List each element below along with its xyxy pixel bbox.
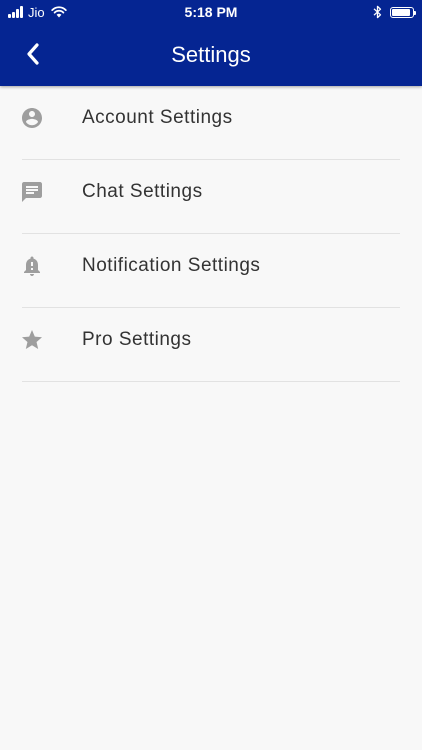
status-right bbox=[373, 4, 416, 20]
settings-item-label: Notification Settings bbox=[82, 255, 261, 276]
divider bbox=[22, 381, 400, 382]
settings-item-chat[interactable]: Chat Settings bbox=[0, 160, 422, 234]
settings-item-label: Chat Settings bbox=[82, 181, 203, 202]
settings-list: Account Settings Chat Settings Notificat… bbox=[0, 86, 422, 382]
status-time: 5:18 PM bbox=[184, 4, 238, 20]
page-title: Settings bbox=[171, 42, 251, 67]
bell-icon bbox=[20, 254, 44, 278]
settings-item-label: Pro Settings bbox=[82, 329, 192, 350]
battery-level bbox=[392, 8, 410, 16]
settings-item-label: Account Settings bbox=[82, 107, 233, 128]
settings-item-account[interactable]: Account Settings bbox=[0, 86, 422, 160]
settings-item-pro[interactable]: Pro Settings bbox=[0, 308, 422, 382]
bluetooth-icon bbox=[373, 5, 382, 19]
account-circle-icon bbox=[20, 106, 44, 130]
battery-icon bbox=[390, 6, 416, 18]
app-header: Jio 5:18 PM Settings bbox=[0, 0, 422, 86]
chat-icon bbox=[20, 180, 44, 204]
settings-item-notification[interactable]: Notification Settings bbox=[0, 234, 422, 308]
star-icon bbox=[20, 328, 44, 352]
status-bar: Jio 5:18 PM bbox=[0, 0, 422, 24]
